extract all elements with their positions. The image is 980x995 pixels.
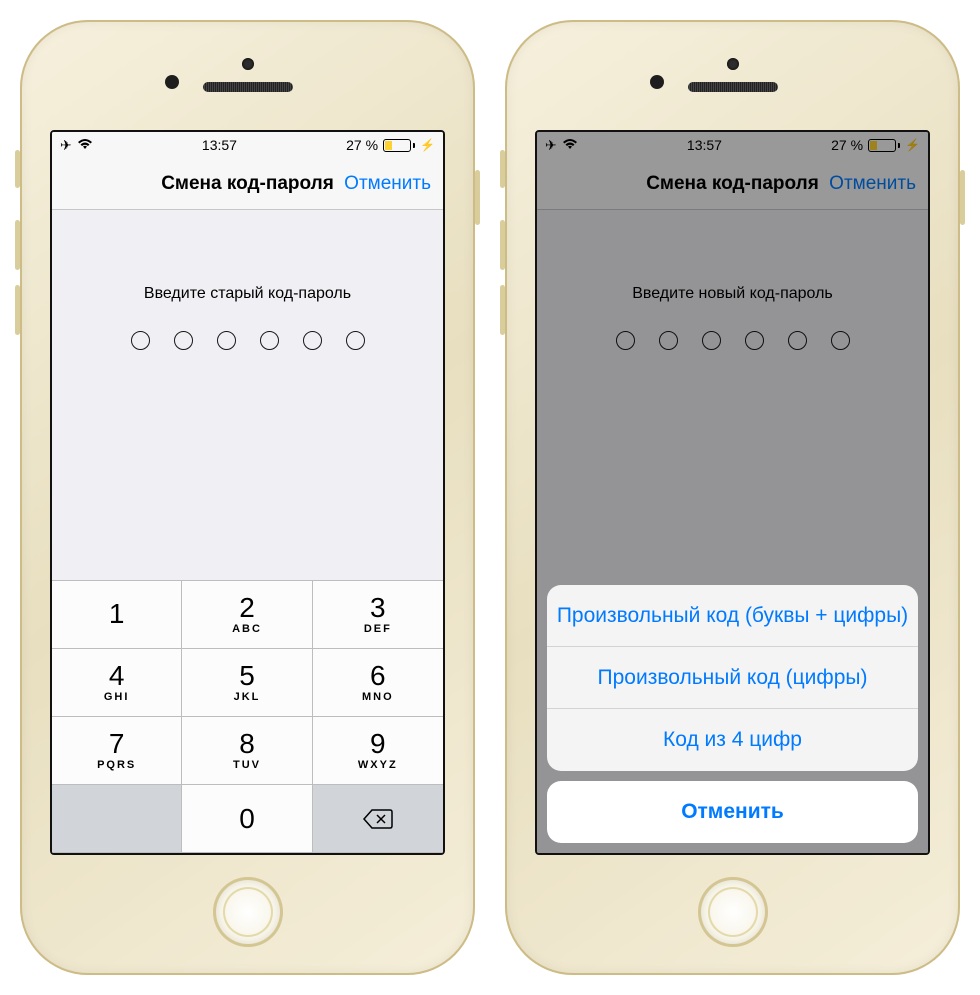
nav-bar: Смена код-пароля Отменить [52, 158, 443, 210]
sheet-cancel-button[interactable]: Отменить [547, 781, 918, 843]
front-camera [727, 58, 739, 70]
proximity-sensor [650, 75, 664, 89]
passcode-dot [616, 331, 635, 350]
key-3[interactable]: 3DEF [313, 581, 443, 649]
earpiece-speaker [203, 82, 293, 92]
key-0[interactable]: 0 [182, 785, 312, 853]
status-time: 13:57 [687, 137, 722, 153]
passcode-dot [346, 331, 365, 350]
front-camera [242, 58, 254, 70]
passcode-prompt: Введите старый код-пароль [144, 285, 351, 303]
passcode-dot [745, 331, 764, 350]
sheet-option-alphanumeric[interactable]: Произвольный код (буквы + цифры) [547, 585, 918, 647]
battery-percentage: 27 % [831, 137, 863, 153]
mute-switch [15, 150, 20, 188]
airplane-icon: ✈ [60, 137, 72, 154]
power-button [475, 170, 480, 225]
key-backspace[interactable] [313, 785, 443, 853]
volume-down [15, 285, 20, 335]
key-9[interactable]: 9WXYZ [313, 717, 443, 785]
volume-up [15, 220, 20, 270]
proximity-sensor [165, 75, 179, 89]
key-7[interactable]: 7PQRS [52, 717, 182, 785]
nav-bar: Смена код-пароля Отменить [537, 158, 928, 210]
battery-icon [868, 139, 900, 152]
passcode-dots [616, 331, 850, 350]
passcode-dot [217, 331, 236, 350]
passcode-dot [788, 331, 807, 350]
nav-cancel-button[interactable]: Отменить [344, 173, 431, 195]
key-4[interactable]: 4GHI [52, 649, 182, 717]
key-6[interactable]: 6MNO [313, 649, 443, 717]
nav-title: Смена код-пароля [161, 173, 334, 195]
key-2[interactable]: 2ABC [182, 581, 312, 649]
key-empty [52, 785, 182, 853]
status-time: 13:57 [202, 137, 237, 153]
key-8[interactable]: 8TUV [182, 717, 312, 785]
screen-left: ✈ 13:57 27 % ⚡ Смена код-пароля Отменить [50, 130, 445, 855]
wifi-icon [562, 138, 578, 153]
passcode-dot [174, 331, 193, 350]
nav-cancel-button[interactable]: Отменить [829, 173, 916, 195]
power-button [960, 170, 965, 225]
battery-percentage: 27 % [346, 137, 378, 153]
phone-frame-right: ✈ 13:57 27 % ⚡ Смена код-пароля Отменить [505, 20, 960, 975]
passcode-dots [131, 331, 365, 350]
passcode-dot [260, 331, 279, 350]
sheet-option-numeric[interactable]: Произвольный код (цифры) [547, 647, 918, 709]
volume-up [500, 220, 505, 270]
battery-icon [383, 139, 415, 152]
backspace-icon [363, 808, 393, 830]
wifi-icon [77, 138, 93, 153]
key-5[interactable]: 5JKL [182, 649, 312, 717]
key-1[interactable]: 1 [52, 581, 182, 649]
phone-frame-left: ✈ 13:57 27 % ⚡ Смена код-пароля Отменить [20, 20, 475, 975]
mute-switch [500, 150, 505, 188]
numeric-keypad: 1 2ABC 3DEF 4GHI 5JKL 6MNO 7PQRS 8TUV 9W… [52, 580, 443, 853]
earpiece-speaker [688, 82, 778, 92]
charging-icon: ⚡ [905, 138, 920, 152]
charging-icon: ⚡ [420, 138, 435, 152]
home-button[interactable] [698, 877, 768, 947]
nav-title: Смена код-пароля [646, 173, 819, 195]
action-sheet: Произвольный код (буквы + цифры) Произво… [537, 575, 928, 853]
passcode-dot [659, 331, 678, 350]
volume-down [500, 285, 505, 335]
status-bar: ✈ 13:57 27 % ⚡ [52, 132, 443, 158]
airplane-icon: ✈ [545, 137, 557, 154]
passcode-prompt: Введите новый код-пароль [632, 285, 833, 303]
status-bar: ✈ 13:57 27 % ⚡ [537, 132, 928, 158]
home-button[interactable] [213, 877, 283, 947]
passcode-dot [131, 331, 150, 350]
passcode-dot [702, 331, 721, 350]
screen-right: ✈ 13:57 27 % ⚡ Смена код-пароля Отменить [535, 130, 930, 855]
passcode-dot [831, 331, 850, 350]
passcode-content: Введите старый код-пароль [52, 210, 443, 580]
sheet-option-4digit[interactable]: Код из 4 цифр [547, 709, 918, 771]
passcode-dot [303, 331, 322, 350]
